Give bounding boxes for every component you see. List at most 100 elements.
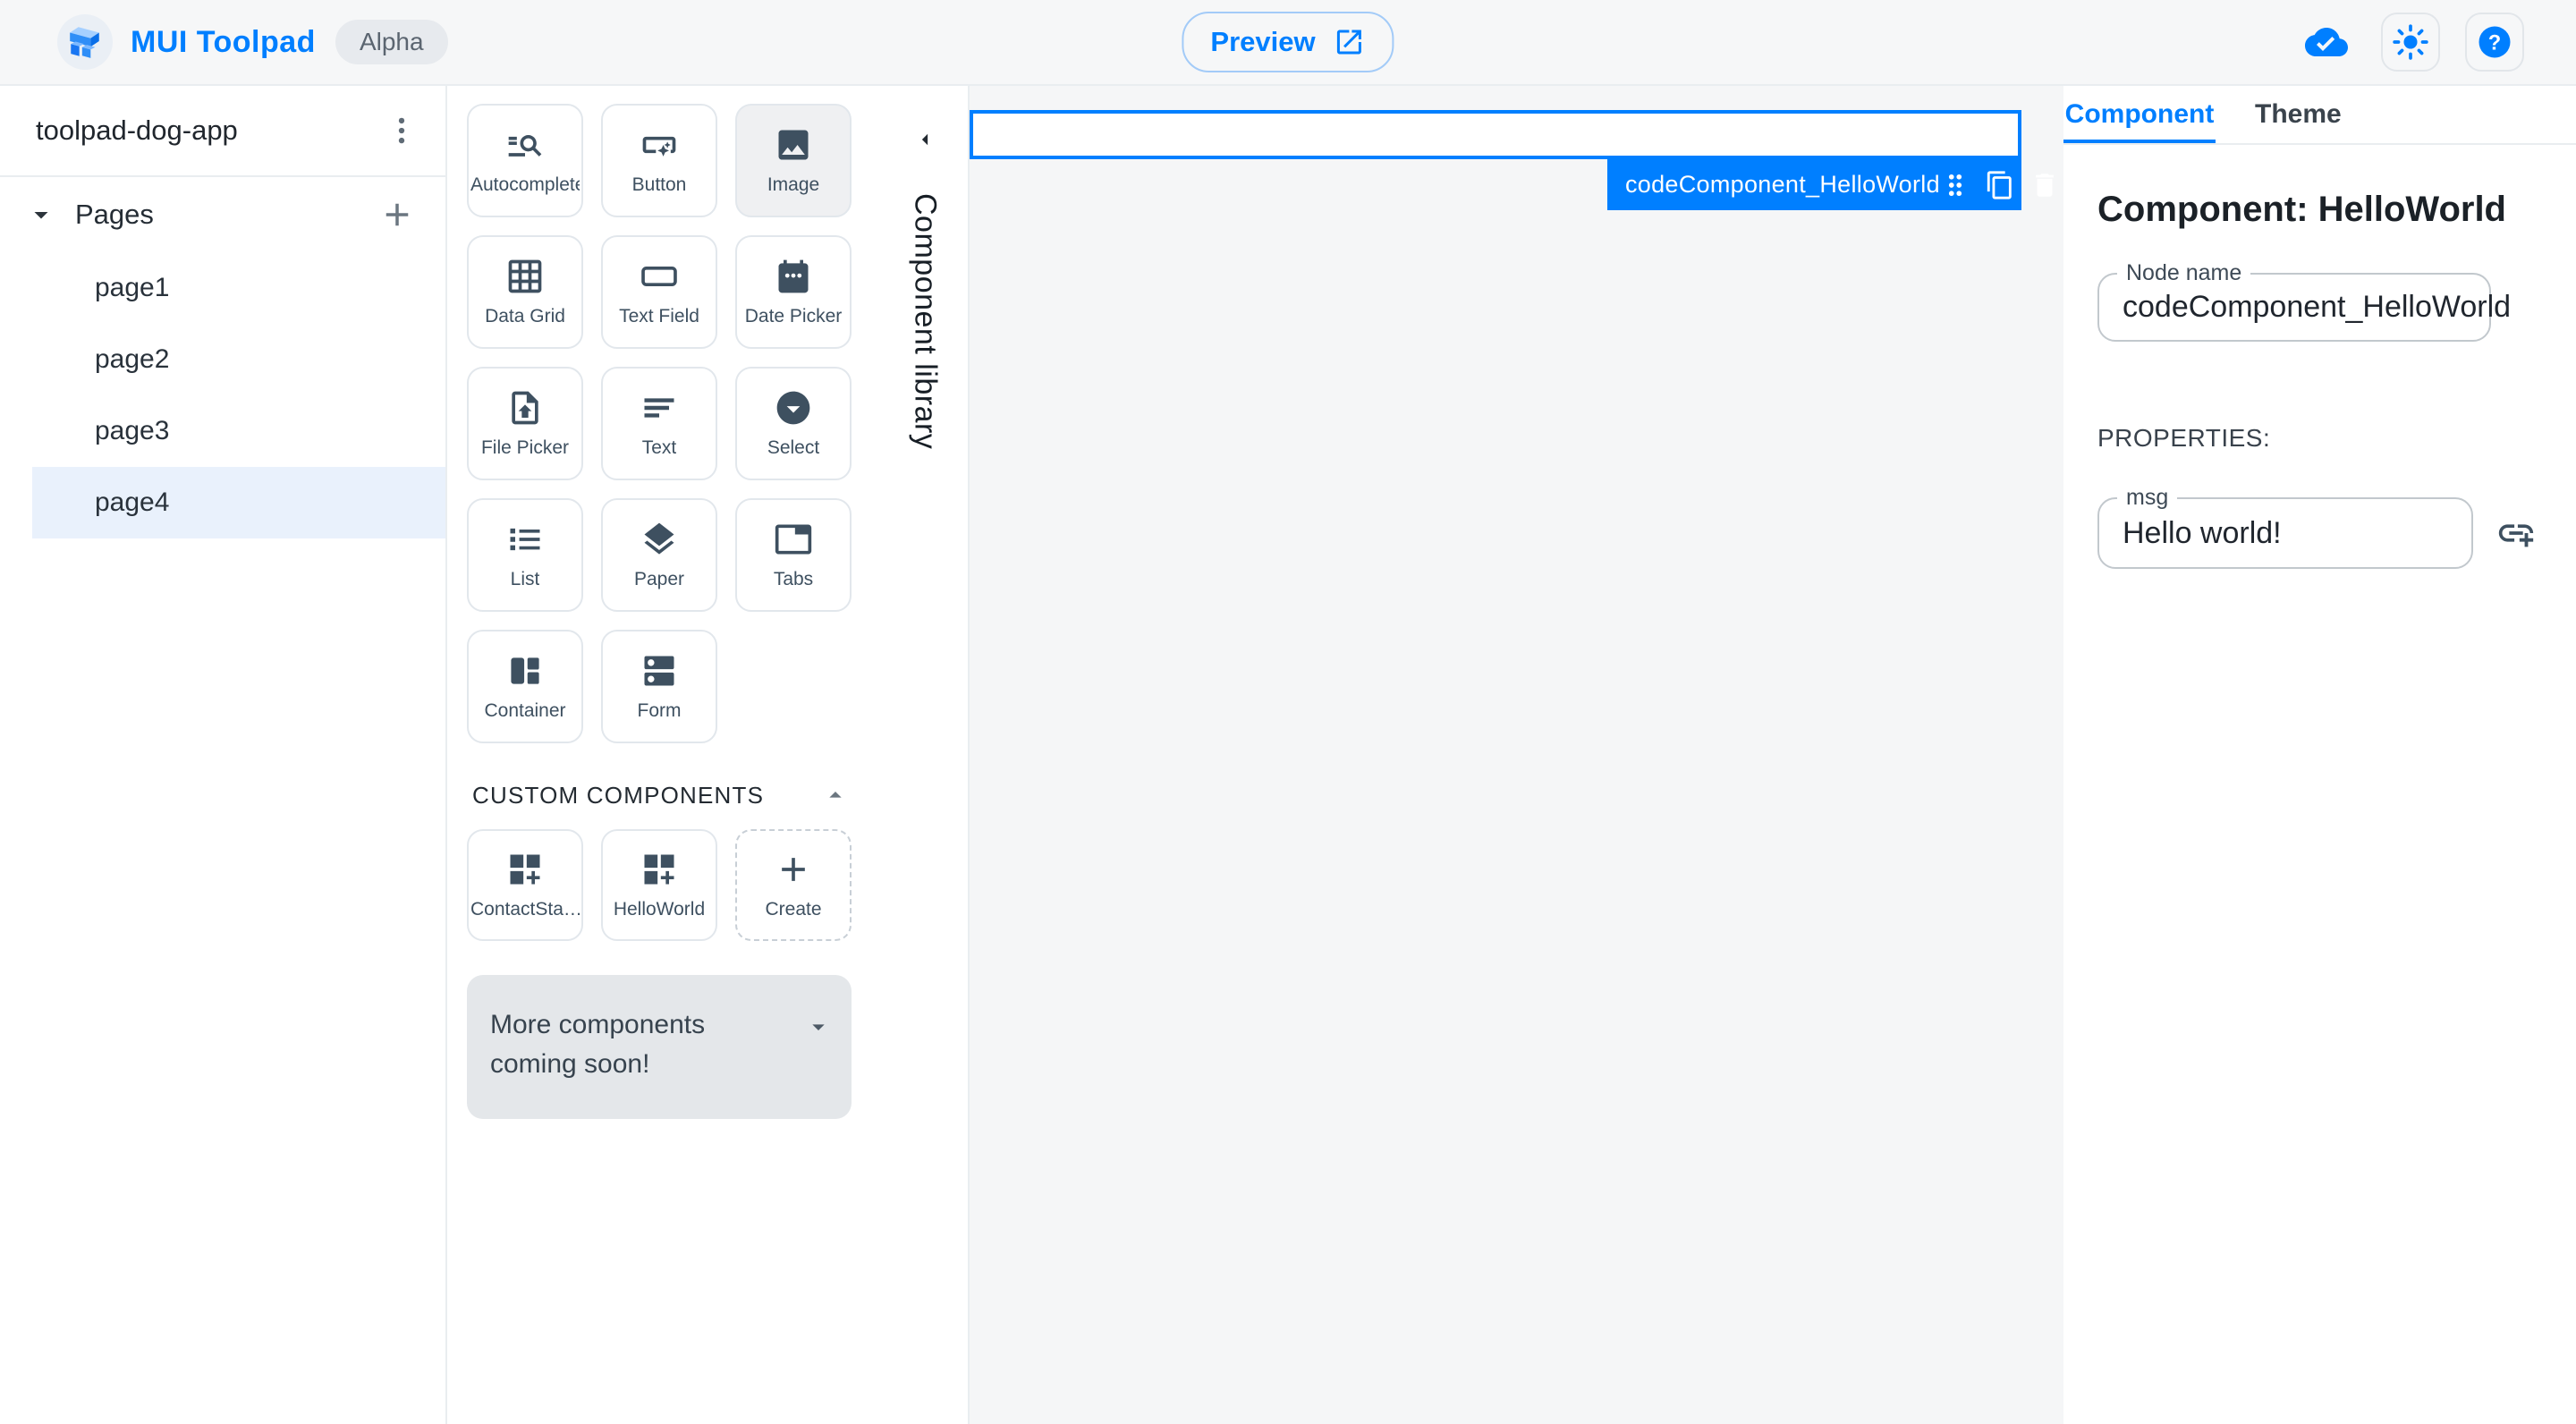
date-picker-icon: [774, 257, 813, 296]
page-item-label: page4: [95, 487, 170, 517]
component-card-label: HelloWorld: [613, 899, 706, 920]
paper-icon: [640, 520, 679, 559]
tab-component[interactable]: Component: [2063, 86, 2216, 143]
component-card-label: Tabs: [773, 569, 814, 589]
tabs-icon: [774, 520, 813, 559]
component-card-tabs[interactable]: Tabs: [735, 498, 852, 612]
component-card-label: Text: [641, 437, 677, 458]
page-item-label: page1: [95, 273, 170, 302]
bind-property-button[interactable]: [2493, 510, 2539, 556]
page-item-label: page2: [95, 344, 170, 374]
component-card-label: Create: [765, 899, 822, 920]
duplicate-node-button[interactable]: [1985, 170, 2015, 200]
component-card-create[interactable]: Create: [735, 829, 852, 941]
list-icon: [505, 520, 545, 559]
custom-component-grid: ContactSta… HelloWorld Create: [467, 829, 852, 941]
msg-field[interactable]: msg Hello world!: [2097, 485, 2473, 569]
component-library-content: Autocomplete Button Image Data Grid Text Fie…: [467, 104, 852, 1119]
collapse-library-button[interactable]: [907, 122, 943, 157]
header-actions: [2297, 13, 2524, 72]
pages-list: page1 page2 page3 page4: [0, 252, 445, 538]
open-in-new-icon: [1334, 26, 1366, 58]
chevron-down-icon: [804, 1013, 833, 1041]
add-icon: [774, 850, 813, 889]
preview-button-label: Preview: [1210, 26, 1316, 57]
tab-theme[interactable]: Theme: [2216, 86, 2381, 143]
chevron-down-icon: [25, 199, 57, 231]
component-card-label: Image: [767, 174, 820, 195]
component-card-label: Date Picker: [744, 306, 843, 326]
pages-expander-button[interactable]: [21, 195, 61, 234]
component-card-button[interactable]: Button: [601, 104, 717, 217]
form-icon: [640, 651, 679, 691]
app-title: MUI Toolpad: [131, 24, 316, 59]
component-card-helloworld[interactable]: HelloWorld: [601, 829, 717, 941]
component-card-file-picker[interactable]: File Picker: [467, 367, 583, 480]
app-name-row: toolpad-dog-app: [0, 86, 445, 175]
help-button[interactable]: [2465, 13, 2524, 72]
msg-property-row: msg Hello world!: [2097, 485, 2542, 569]
sidebar-item-page3[interactable]: page3: [0, 395, 445, 467]
component-card-text[interactable]: Text: [601, 367, 717, 480]
delete-node-button[interactable]: [2029, 170, 2060, 200]
plus-icon: [378, 196, 416, 233]
coming-soon-box[interactable]: More components coming soon!: [467, 975, 852, 1119]
theme-toggle-button[interactable]: [2381, 13, 2440, 72]
node-name-field[interactable]: Node name codeComponent_HelloWorld: [2097, 260, 2511, 342]
drag-handle[interactable]: [1940, 170, 1970, 200]
chevron-left-icon: [911, 126, 938, 153]
component-card-autocomplete[interactable]: Autocomplete: [467, 104, 583, 217]
component-card-contactsta[interactable]: ContactSta…: [467, 829, 583, 941]
inspector-panel: Component Theme Component: HelloWorld No…: [2063, 86, 2576, 1424]
component-card-label: List: [510, 569, 540, 589]
collapse-up-icon[interactable]: [821, 781, 850, 809]
sidebar-item-page1[interactable]: page1: [0, 252, 445, 324]
component-card-image[interactable]: Image: [735, 104, 852, 217]
component-grid: Autocomplete Button Image Data Grid Text Fie…: [467, 104, 852, 743]
data-grid-icon: [505, 257, 545, 296]
deploy-status-button[interactable]: [2297, 13, 2356, 72]
mui-toolpad-logo-icon[interactable]: [57, 14, 113, 70]
add-page-button[interactable]: [376, 193, 419, 236]
add-link-icon: [2496, 513, 2537, 554]
page-item-label: page3: [95, 416, 170, 445]
selected-component-outline[interactable]: [970, 110, 2021, 159]
component-card-label: Autocomplete: [470, 174, 580, 195]
more-vert-icon: [385, 114, 419, 148]
component-library-rail: Component library: [882, 86, 968, 1424]
selected-component-toolbar: codeComponent_HelloWorld: [1607, 159, 2021, 210]
component-card-label: Data Grid: [485, 306, 565, 326]
sidebar-item-page4[interactable]: page4: [32, 467, 445, 538]
component-heading: Component: HelloWorld: [2097, 190, 2506, 229]
component-card-label: Form: [637, 700, 682, 721]
sidebar-item-page2[interactable]: page2: [0, 324, 445, 395]
component-card-date-picker[interactable]: Date Picker: [735, 235, 852, 349]
component-card-label: Button: [631, 174, 687, 195]
smart-button-icon: [640, 125, 679, 165]
node-name-label: Node name: [2117, 260, 2251, 286]
component-card-data-grid[interactable]: Data Grid: [467, 235, 583, 349]
component-card-form[interactable]: Form: [601, 630, 717, 743]
component-card-text-field[interactable]: Text Field: [601, 235, 717, 349]
pages-section-label: Pages: [75, 199, 154, 230]
container-icon: [505, 651, 545, 691]
file-picker-icon: [505, 388, 545, 428]
component-card-list[interactable]: List: [467, 498, 583, 612]
trash-icon: [2029, 170, 2060, 200]
component-card-select[interactable]: Select: [735, 367, 852, 480]
component-card-paper[interactable]: Paper: [601, 498, 717, 612]
app-menu-button[interactable]: [379, 108, 424, 153]
properties-label: PROPERTIES:: [2097, 424, 2271, 452]
drag-indicator-icon: [1940, 170, 1970, 200]
component-card-label: ContactSta…: [470, 899, 580, 920]
component-card-label: Text Field: [619, 306, 699, 326]
component-library-panel: Autocomplete Button Image Data Grid Text Fie…: [447, 86, 970, 1424]
component-library-title: Component library: [908, 193, 943, 450]
explorer-sidebar: toolpad-dog-app Pages page1 page2 page3 pag…: [0, 86, 447, 1424]
preview-button[interactable]: Preview: [1182, 12, 1394, 72]
app-window: MUI Toolpad Alpha Preview toolpad-dog-ap…: [0, 0, 2576, 1424]
custom-component-icon: [505, 850, 545, 889]
help-icon: [2476, 23, 2513, 61]
page-canvas[interactable]: codeComponent_HelloWorld: [970, 86, 2063, 1424]
component-card-container[interactable]: Container: [467, 630, 583, 743]
